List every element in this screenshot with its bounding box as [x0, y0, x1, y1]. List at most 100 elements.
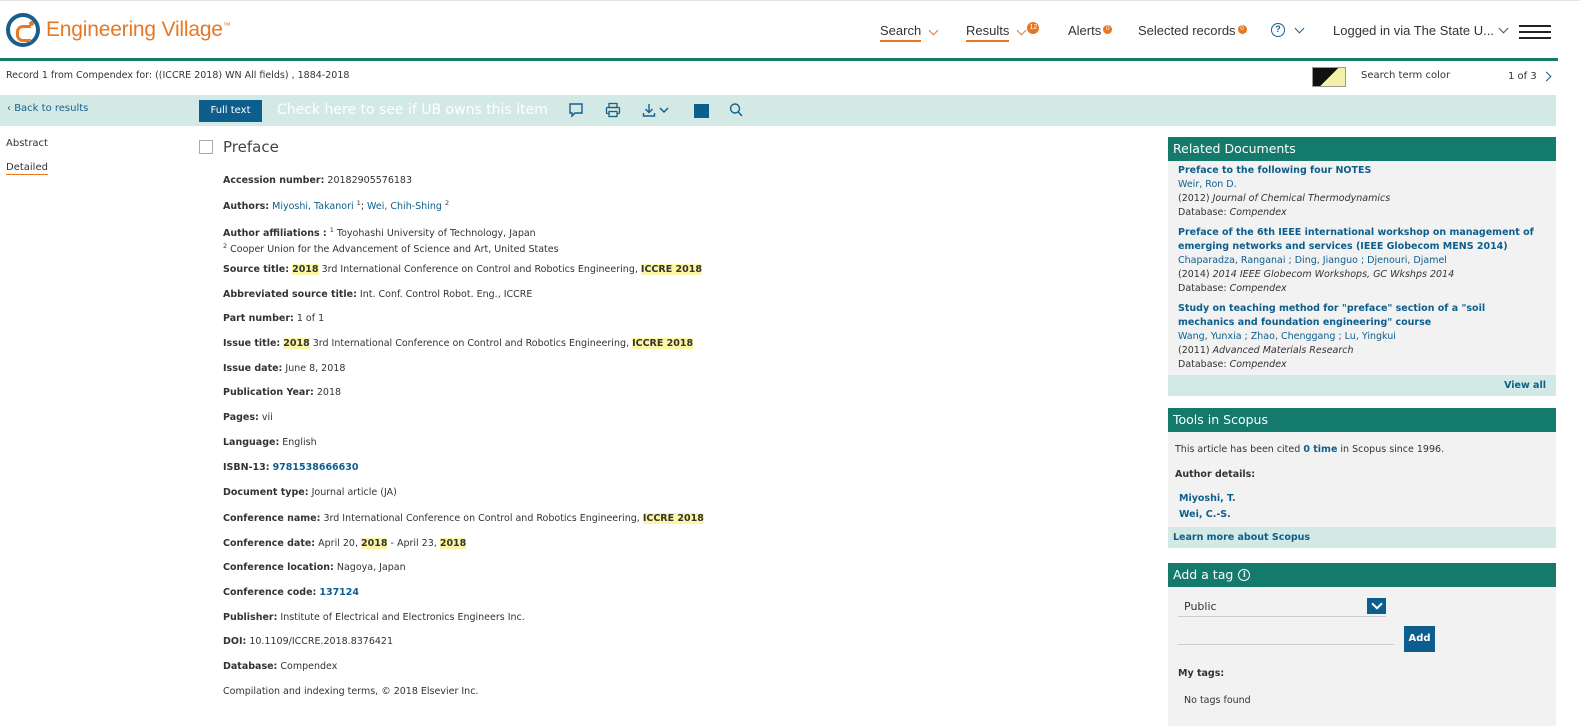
search-term-color-label: Search term color: [1361, 70, 1451, 81]
record-toolbar: ‹ Back to results Full text Check here t…: [0, 95, 1556, 126]
help-icon: ?: [1271, 23, 1285, 37]
nav-results[interactable]: Results 12: [966, 21, 1040, 42]
chevron-down-icon: [1016, 25, 1027, 36]
field-publication-year: Publication Year: 2018: [223, 387, 342, 398]
my-tags-label: My tags:: [1178, 668, 1225, 679]
related-doc-database: Database: Compendex: [1178, 359, 1287, 370]
nav-account[interactable]: Logged in via The State U...: [1333, 23, 1509, 38]
related-doc-item: Preface of the 6th IEEE international wo…: [1178, 226, 1538, 296]
hamburger-menu-icon[interactable]: [1519, 25, 1551, 39]
engineering-village-logo[interactable]: Engineering Village™: [6, 13, 231, 47]
field-accession: Accession number: 20182905576183: [223, 175, 413, 186]
chevron-down-icon: [1498, 23, 1509, 34]
conference-code-link[interactable]: 137124: [319, 587, 359, 598]
save-folder-icon[interactable]: [694, 104, 709, 118]
related-documents-panel: Related Documents Preface to the followi…: [1168, 137, 1556, 396]
chevron-down-icon: [1367, 598, 1386, 614]
cited-count-link[interactable]: 0 time: [1303, 444, 1337, 455]
related-doc-authors[interactable]: Weir, Ron D.: [1178, 178, 1538, 192]
field-issue-title: Issue title: 2018 3rd International Conf…: [223, 338, 694, 349]
nav-alerts-label: Alerts: [1068, 23, 1102, 38]
record-pager: 1 of 3: [1508, 71, 1537, 82]
field-issue-date: Issue date: June 8, 2018: [223, 363, 346, 374]
author-link[interactable]: Wei, Chih-Shing: [367, 201, 442, 212]
scopus-author-link[interactable]: Wei, C.-S.: [1179, 509, 1231, 520]
field-part-number: Part number: 1 of 1: [223, 313, 325, 324]
header-divider: [0, 58, 1558, 61]
field-publisher: Publisher: Institute of Electrical and E…: [223, 612, 525, 623]
field-authors: Authors: Miyoshi, Takanori 1; Wei, Chih-…: [223, 199, 450, 213]
field-doi: DOI: 10.1109/ICCRE.2018.8376421: [223, 636, 394, 647]
download-icon[interactable]: [642, 102, 672, 118]
field-document-type: Document type: Journal article (JA): [223, 487, 397, 498]
related-doc-authors[interactable]: Wang, Yunxia ; Zhao, Chenggang ; Lu, Yin…: [1178, 330, 1538, 344]
related-doc-item: Study on teaching method for "preface" s…: [1178, 302, 1538, 372]
logo-text: Engineering Village: [46, 18, 223, 41]
field-pages: Pages: vii: [223, 412, 273, 423]
related-doc-authors[interactable]: Chaparadza, Ranganai ; Ding, Jianguo ; D…: [1178, 254, 1538, 268]
nav-alerts[interactable]: Alerts 0: [1068, 23, 1113, 38]
field-affiliations: Author affiliations : 1 Toyohashi Univer…: [223, 226, 559, 256]
nav-results-label: Results: [966, 23, 1010, 42]
scopus-panel: Tools in Scopus This article has been ci…: [1168, 408, 1556, 548]
search-term-color-swatch[interactable]: [1312, 67, 1346, 87]
comment-icon[interactable]: [568, 102, 584, 118]
tab-abstract[interactable]: Abstract: [6, 138, 48, 149]
field-database: Database: Compendex: [223, 661, 338, 672]
back-to-results-link[interactable]: ‹ Back to results: [7, 103, 88, 114]
field-source-title: Source title: 2018 3rd International Con…: [223, 264, 702, 275]
tag-input[interactable]: [1178, 625, 1394, 645]
document-title-row: Preface: [199, 138, 279, 156]
scopus-author-link[interactable]: Miyoshi, T.: [1179, 493, 1236, 504]
tag-visibility-select[interactable]: Public: [1178, 595, 1386, 617]
selected-count-badge: 0: [1237, 24, 1247, 34]
info-icon[interactable]: i: [1238, 569, 1251, 581]
ub-owns-link[interactable]: Check here to see if UB owns this item: [277, 102, 548, 118]
record-info: Record 1 from Compendex for: ((ICCRE 201…: [6, 70, 350, 81]
tab-detailed[interactable]: Detailed: [6, 162, 48, 175]
chevron-down-icon: [928, 25, 939, 36]
print-icon[interactable]: [605, 102, 621, 118]
related-doc-source: (2012) Journal of Chemical Thermodynamic…: [1178, 193, 1391, 204]
search-icon[interactable]: [728, 102, 744, 118]
related-doc-database: Database: Compendex: [1178, 283, 1287, 294]
author-details-label: Author details:: [1175, 469, 1256, 480]
nav-help[interactable]: ?: [1271, 23, 1305, 37]
full-text-button[interactable]: Full text: [199, 100, 262, 122]
view-all-link[interactable]: View all: [1504, 380, 1546, 391]
nav-search-label: Search: [880, 23, 922, 42]
related-doc-item: Preface to the following four NOTES Weir…: [1178, 164, 1538, 220]
next-record-icon[interactable]: [1541, 71, 1552, 82]
field-language: Language: English: [223, 437, 317, 448]
no-tags-text: No tags found: [1184, 695, 1251, 706]
document-title: Preface: [223, 138, 279, 156]
related-doc-source: (2014) 2014 IEEE Globecom Workshops, GC …: [1178, 269, 1455, 280]
logo-trademark: ™: [222, 21, 231, 30]
view-all-bar: View all: [1168, 375, 1556, 396]
scopus-cited-text: This article has been cited 0 time in Sc…: [1175, 444, 1445, 455]
add-tag-header: Add a tag i: [1168, 563, 1556, 587]
nav-selected-records[interactable]: Selected records 0: [1138, 23, 1247, 38]
logged-in-label: Logged in via The State U...: [1333, 23, 1494, 38]
related-doc-source: (2011) Advanced Materials Research: [1178, 345, 1354, 356]
results-count-badge: 12: [1027, 21, 1040, 34]
related-doc-title-link[interactable]: Study on teaching method for "preface" s…: [1178, 302, 1538, 330]
field-isbn: ISBN-13: 9781538666630: [223, 462, 359, 473]
tag-visibility-value: Public: [1184, 600, 1217, 613]
isbn-link[interactable]: 9781538666630: [273, 462, 359, 473]
field-conference-name: Conference name: 3rd International Confe…: [223, 513, 704, 524]
add-tag-button[interactable]: Add: [1404, 626, 1435, 652]
learn-more-bar: Learn more about Scopus: [1168, 527, 1556, 548]
author-link[interactable]: Miyoshi, Takanori: [272, 201, 354, 212]
select-record-checkbox[interactable]: [199, 140, 213, 154]
field-conference-location: Conference location: Nagoya, Japan: [223, 562, 406, 573]
learn-more-scopus-link[interactable]: Learn more about Scopus: [1173, 532, 1310, 543]
related-doc-title-link[interactable]: Preface of the 6th IEEE international wo…: [1178, 226, 1538, 254]
field-conference-code: Conference code: 137124: [223, 587, 360, 598]
alerts-count-badge: 0: [1103, 24, 1113, 34]
field-abbreviated-source: Abbreviated source title: Int. Conf. Con…: [223, 289, 533, 300]
scopus-header: Tools in Scopus: [1168, 408, 1556, 432]
related-doc-database: Database: Compendex: [1178, 207, 1287, 218]
related-doc-title-link[interactable]: Preface to the following four NOTES: [1178, 164, 1538, 178]
nav-search[interactable]: Search: [880, 23, 939, 42]
